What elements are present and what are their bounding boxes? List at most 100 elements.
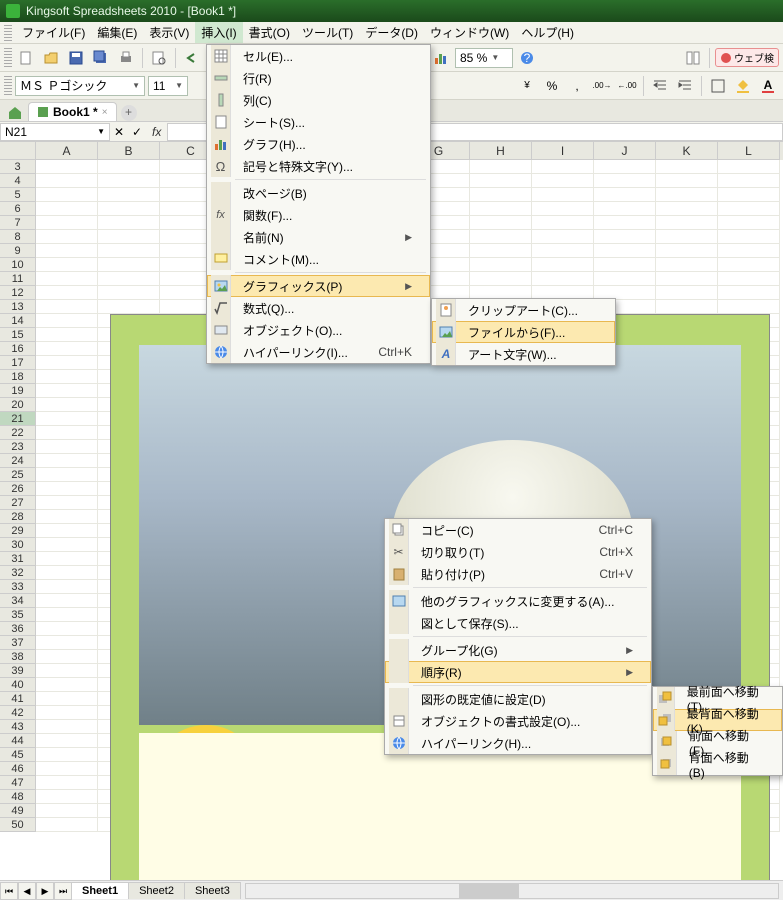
- insert-item[interactable]: シート(S)...: [207, 111, 430, 133]
- row-header[interactable]: 4: [0, 174, 36, 188]
- row-header[interactable]: 46: [0, 762, 36, 776]
- menu-挿入(I)[interactable]: 挿入(I): [195, 22, 242, 43]
- accept-fx-button[interactable]: ✓: [128, 121, 146, 143]
- menu-表示(V)[interactable]: 表示(V): [143, 22, 195, 43]
- insert-item[interactable]: 数式(Q)...: [207, 297, 430, 319]
- row-header[interactable]: 22: [0, 426, 36, 440]
- menu-ツール(T)[interactable]: ツール(T): [296, 22, 359, 43]
- col-header[interactable]: K: [656, 142, 718, 160]
- row-header[interactable]: 45: [0, 748, 36, 762]
- row-header[interactable]: 12: [0, 286, 36, 300]
- decrease-decimal-button[interactable]: ←.00: [616, 75, 638, 97]
- context-item[interactable]: コピー(C)Ctrl+C: [385, 519, 651, 541]
- row-header[interactable]: 48: [0, 790, 36, 804]
- sheet-nav-button[interactable]: ⏮: [0, 882, 18, 900]
- col-header[interactable]: A: [36, 142, 98, 160]
- select-all-corner[interactable]: [0, 142, 36, 160]
- layout-button[interactable]: [682, 47, 704, 69]
- insert-item[interactable]: fx関数(F)...: [207, 204, 430, 226]
- saveall-button[interactable]: [90, 47, 112, 69]
- row-header[interactable]: 34: [0, 594, 36, 608]
- cancel-fx-button[interactable]: ✕: [110, 121, 128, 143]
- menu-書式(O)[interactable]: 書式(O): [243, 22, 296, 43]
- row-header[interactable]: 28: [0, 510, 36, 524]
- sheet-tab[interactable]: Sheet3: [184, 882, 241, 899]
- increase-indent-button[interactable]: [674, 75, 696, 97]
- horizontal-scrollbar[interactable]: [245, 883, 779, 899]
- graphics-item[interactable]: クリップアート(C)...: [432, 299, 615, 321]
- new-button[interactable]: [15, 47, 37, 69]
- sheet-nav-button[interactable]: ⏭: [54, 882, 72, 900]
- row-header[interactable]: 17: [0, 356, 36, 370]
- col-header[interactable]: L: [718, 142, 780, 160]
- context-item[interactable]: 他のグラフィックスに変更する(A)...: [385, 590, 651, 612]
- sheet-tab[interactable]: Sheet1: [71, 882, 129, 899]
- context-item[interactable]: 貼り付け(P)Ctrl+V: [385, 563, 651, 585]
- comma-button[interactable]: ,: [566, 75, 588, 97]
- chart-button[interactable]: [430, 47, 452, 69]
- print-preview-button[interactable]: [148, 47, 170, 69]
- row-header[interactable]: 37: [0, 636, 36, 650]
- row-header[interactable]: 15: [0, 328, 36, 342]
- menu-編集(E)[interactable]: 編集(E): [91, 22, 143, 43]
- insert-item[interactable]: 行(R): [207, 67, 430, 89]
- doc-tab[interactable]: Book1 * ×: [28, 102, 117, 121]
- increase-decimal-button[interactable]: .00→: [591, 75, 613, 97]
- close-tab-icon[interactable]: ×: [102, 107, 108, 118]
- row-header[interactable]: 42: [0, 706, 36, 720]
- insert-item[interactable]: セル(E)...: [207, 45, 430, 67]
- row-header[interactable]: 13: [0, 300, 36, 314]
- row-header[interactable]: 29: [0, 524, 36, 538]
- row-header[interactable]: 50: [0, 818, 36, 832]
- row-header[interactable]: 11: [0, 272, 36, 286]
- col-header[interactable]: H: [470, 142, 532, 160]
- row-header[interactable]: 43: [0, 720, 36, 734]
- insert-item[interactable]: コメント(M)...: [207, 248, 430, 270]
- name-box[interactable]: N21▼: [0, 123, 110, 141]
- fx-icon[interactable]: fx: [146, 125, 167, 139]
- sheet-nav-button[interactable]: ▶: [36, 882, 54, 900]
- sheet-nav-button[interactable]: ◀: [18, 882, 36, 900]
- font-color-button[interactable]: A: [757, 75, 779, 97]
- row-header[interactable]: 9: [0, 244, 36, 258]
- row-header[interactable]: 8: [0, 230, 36, 244]
- row-header[interactable]: 23: [0, 440, 36, 454]
- insert-item[interactable]: 列(C): [207, 89, 430, 111]
- add-tab-button[interactable]: +: [121, 105, 137, 121]
- row-header[interactable]: 25: [0, 468, 36, 482]
- insert-item[interactable]: グラフィックス(P)▶: [207, 275, 430, 297]
- borders-button[interactable]: [707, 75, 729, 97]
- row-header[interactable]: 24: [0, 454, 36, 468]
- row-header[interactable]: 20: [0, 398, 36, 412]
- insert-item[interactable]: グラフ(H)...: [207, 133, 430, 155]
- row-header[interactable]: 30: [0, 538, 36, 552]
- graphics-item[interactable]: Aアート文字(W)...: [432, 343, 615, 365]
- row-header[interactable]: 44: [0, 734, 36, 748]
- size-combo[interactable]: 11▼: [148, 76, 188, 96]
- row-header[interactable]: 14: [0, 314, 36, 328]
- row-header[interactable]: 19: [0, 384, 36, 398]
- row-header[interactable]: 3: [0, 160, 36, 174]
- graphics-item[interactable]: ファイルから(F)...: [432, 321, 615, 343]
- context-item[interactable]: 図として保存(S)...: [385, 612, 651, 634]
- row-header[interactable]: 49: [0, 804, 36, 818]
- order-item[interactable]: 背面へ移動(B): [653, 753, 782, 775]
- col-header[interactable]: B: [98, 142, 160, 160]
- col-header[interactable]: I: [532, 142, 594, 160]
- undo-button[interactable]: [181, 47, 203, 69]
- context-item[interactable]: グループ化(G)▶: [385, 639, 651, 661]
- menu-データ(D)[interactable]: データ(D): [359, 22, 424, 43]
- home-icon[interactable]: [6, 105, 24, 121]
- currency-button[interactable]: ¥: [516, 75, 538, 97]
- menu-ウィンドウ(W)[interactable]: ウィンドウ(W): [424, 22, 515, 43]
- menu-ヘルプ(H)[interactable]: ヘルプ(H): [515, 22, 580, 43]
- sheet-tab[interactable]: Sheet2: [128, 882, 185, 899]
- context-item[interactable]: 図形の既定値に設定(D): [385, 688, 651, 710]
- col-header[interactable]: J: [594, 142, 656, 160]
- row-header[interactable]: 40: [0, 678, 36, 692]
- insert-item[interactable]: Ω記号と特殊文字(Y)...: [207, 155, 430, 177]
- row-header[interactable]: 16: [0, 342, 36, 356]
- context-item[interactable]: ✂切り取り(T)Ctrl+X: [385, 541, 651, 563]
- print-button[interactable]: [115, 47, 137, 69]
- zoom-combo[interactable]: 85 %▼: [455, 48, 513, 68]
